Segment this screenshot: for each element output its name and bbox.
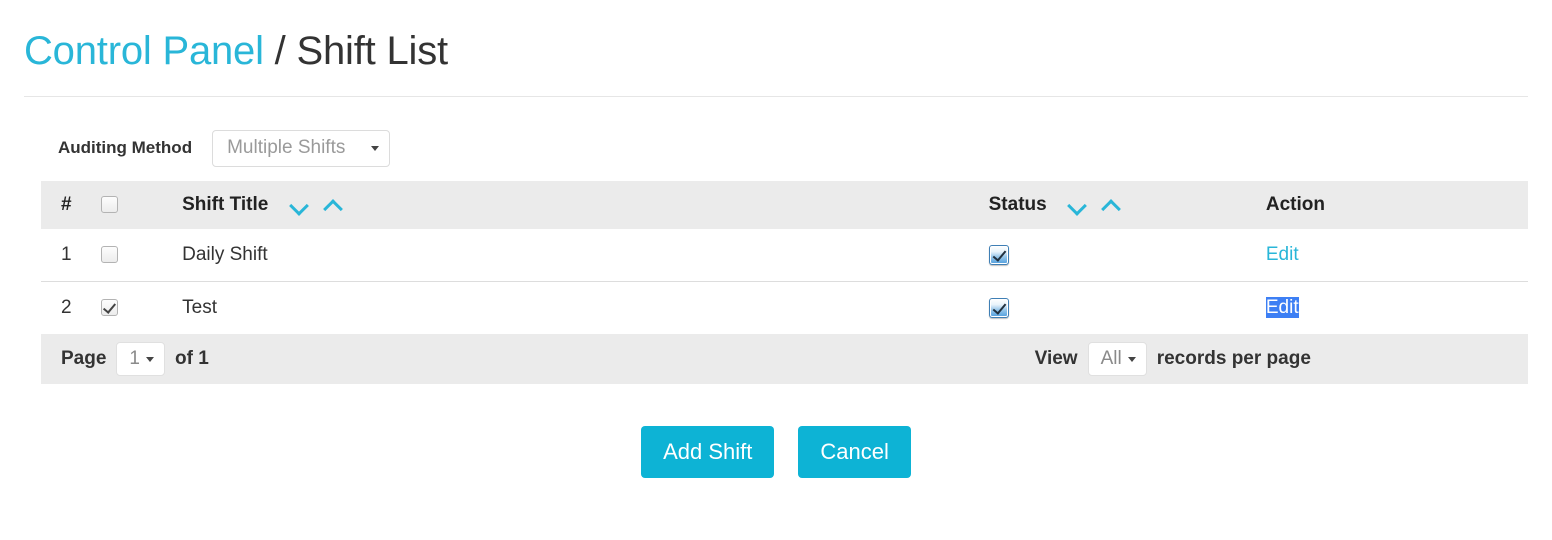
page-label: Page <box>61 348 107 369</box>
pager-row: Page 1 of 1 View All records per page <box>41 334 1528 384</box>
status-active-checkbox[interactable] <box>988 297 1009 318</box>
page-total-label: of 1 <box>175 348 209 369</box>
chevron-down-icon <box>371 146 380 151</box>
view-label: View <box>1034 348 1078 369</box>
row-number: 1 <box>41 229 102 282</box>
records-per-page-select[interactable]: All <box>1087 342 1147 376</box>
edit-link[interactable]: Edit <box>1266 244 1299 265</box>
row-select-checkbox[interactable] <box>101 299 119 317</box>
row-select-cell <box>101 281 183 334</box>
row-shift-title: Test <box>182 281 989 334</box>
table-header-row: # Shift Title Status Action <box>41 181 1528 229</box>
column-header-action: Action <box>1265 194 1325 215</box>
column-header-status-label: Status <box>988 194 1047 215</box>
column-header-shift-title-label: Shift Title <box>182 194 269 215</box>
status-active-checkbox[interactable] <box>988 244 1009 265</box>
column-header-number: # <box>61 194 72 215</box>
table-row: 1 Daily Shift Edit <box>41 229 1528 282</box>
records-per-page-value: All <box>1100 348 1122 369</box>
add-shift-button[interactable]: Add Shift <box>641 426 775 478</box>
row-status-cell <box>988 281 1266 334</box>
column-header-shift-title: Shift Title <box>182 181 989 229</box>
header-divider <box>24 96 1528 97</box>
table-footer: Page 1 of 1 View All records per page <box>41 334 1528 384</box>
sort-asc-icon[interactable] <box>324 199 342 211</box>
breadcrumb-separator: / <box>263 29 297 73</box>
shift-list-table-wrapper: # Shift Title Status Action 1 Daily Shif… <box>0 181 1552 384</box>
row-action-cell: Edit <box>1265 281 1528 334</box>
row-select-checkbox[interactable] <box>101 246 119 264</box>
auditing-method-select[interactable]: Multiple Shifts <box>212 129 391 167</box>
sort-desc-icon[interactable] <box>1068 199 1086 211</box>
row-number: 2 <box>41 281 102 334</box>
column-header-select-all <box>101 181 182 229</box>
row-action-cell: Edit <box>1265 229 1528 282</box>
auditing-method-label: Auditing Method <box>58 138 193 157</box>
shift-list-table: # Shift Title Status Action 1 Daily Shif… <box>41 181 1528 384</box>
cancel-button[interactable]: Cancel <box>798 426 911 478</box>
page-title: Control Panel / Shift List <box>24 26 1552 76</box>
shift-title-sort-controls <box>290 199 342 211</box>
sort-asc-icon[interactable] <box>1102 199 1120 211</box>
edit-link[interactable]: Edit <box>1265 297 1299 318</box>
table-row: 2 Test Edit <box>41 281 1528 334</box>
table-header: # Shift Title Status Action <box>41 181 1528 229</box>
chevron-down-icon <box>1127 357 1136 362</box>
breadcrumb-control-panel-link[interactable]: Control Panel <box>24 29 264 73</box>
select-all-checkbox[interactable] <box>101 196 119 214</box>
chevron-down-icon <box>146 357 154 362</box>
records-per-page-label: records per page <box>1156 348 1311 369</box>
page-select-value: 1 <box>129 348 140 369</box>
pager-left-cell: Page 1 of 1 <box>41 334 989 384</box>
auditing-method-value: Multiple Shifts <box>227 137 346 158</box>
page-select[interactable]: 1 <box>116 342 165 376</box>
auditing-method-row: Auditing Method Multiple Shifts <box>58 129 1552 167</box>
row-shift-title: Daily Shift <box>182 229 989 282</box>
breadcrumb-current: Shift List <box>296 29 449 73</box>
pager-right-cell: View All records per page <box>989 334 1528 384</box>
table-body: 1 Daily Shift Edit 2 Test Edit <box>41 229 1528 334</box>
row-status-cell <box>988 229 1266 282</box>
sort-desc-icon[interactable] <box>290 199 308 211</box>
status-sort-controls <box>1068 199 1120 211</box>
page-header: Control Panel / Shift List <box>0 0 1552 76</box>
column-header-status: Status <box>989 181 1266 229</box>
form-actions: Add Shift Cancel <box>0 426 1552 478</box>
row-select-cell <box>101 229 183 282</box>
